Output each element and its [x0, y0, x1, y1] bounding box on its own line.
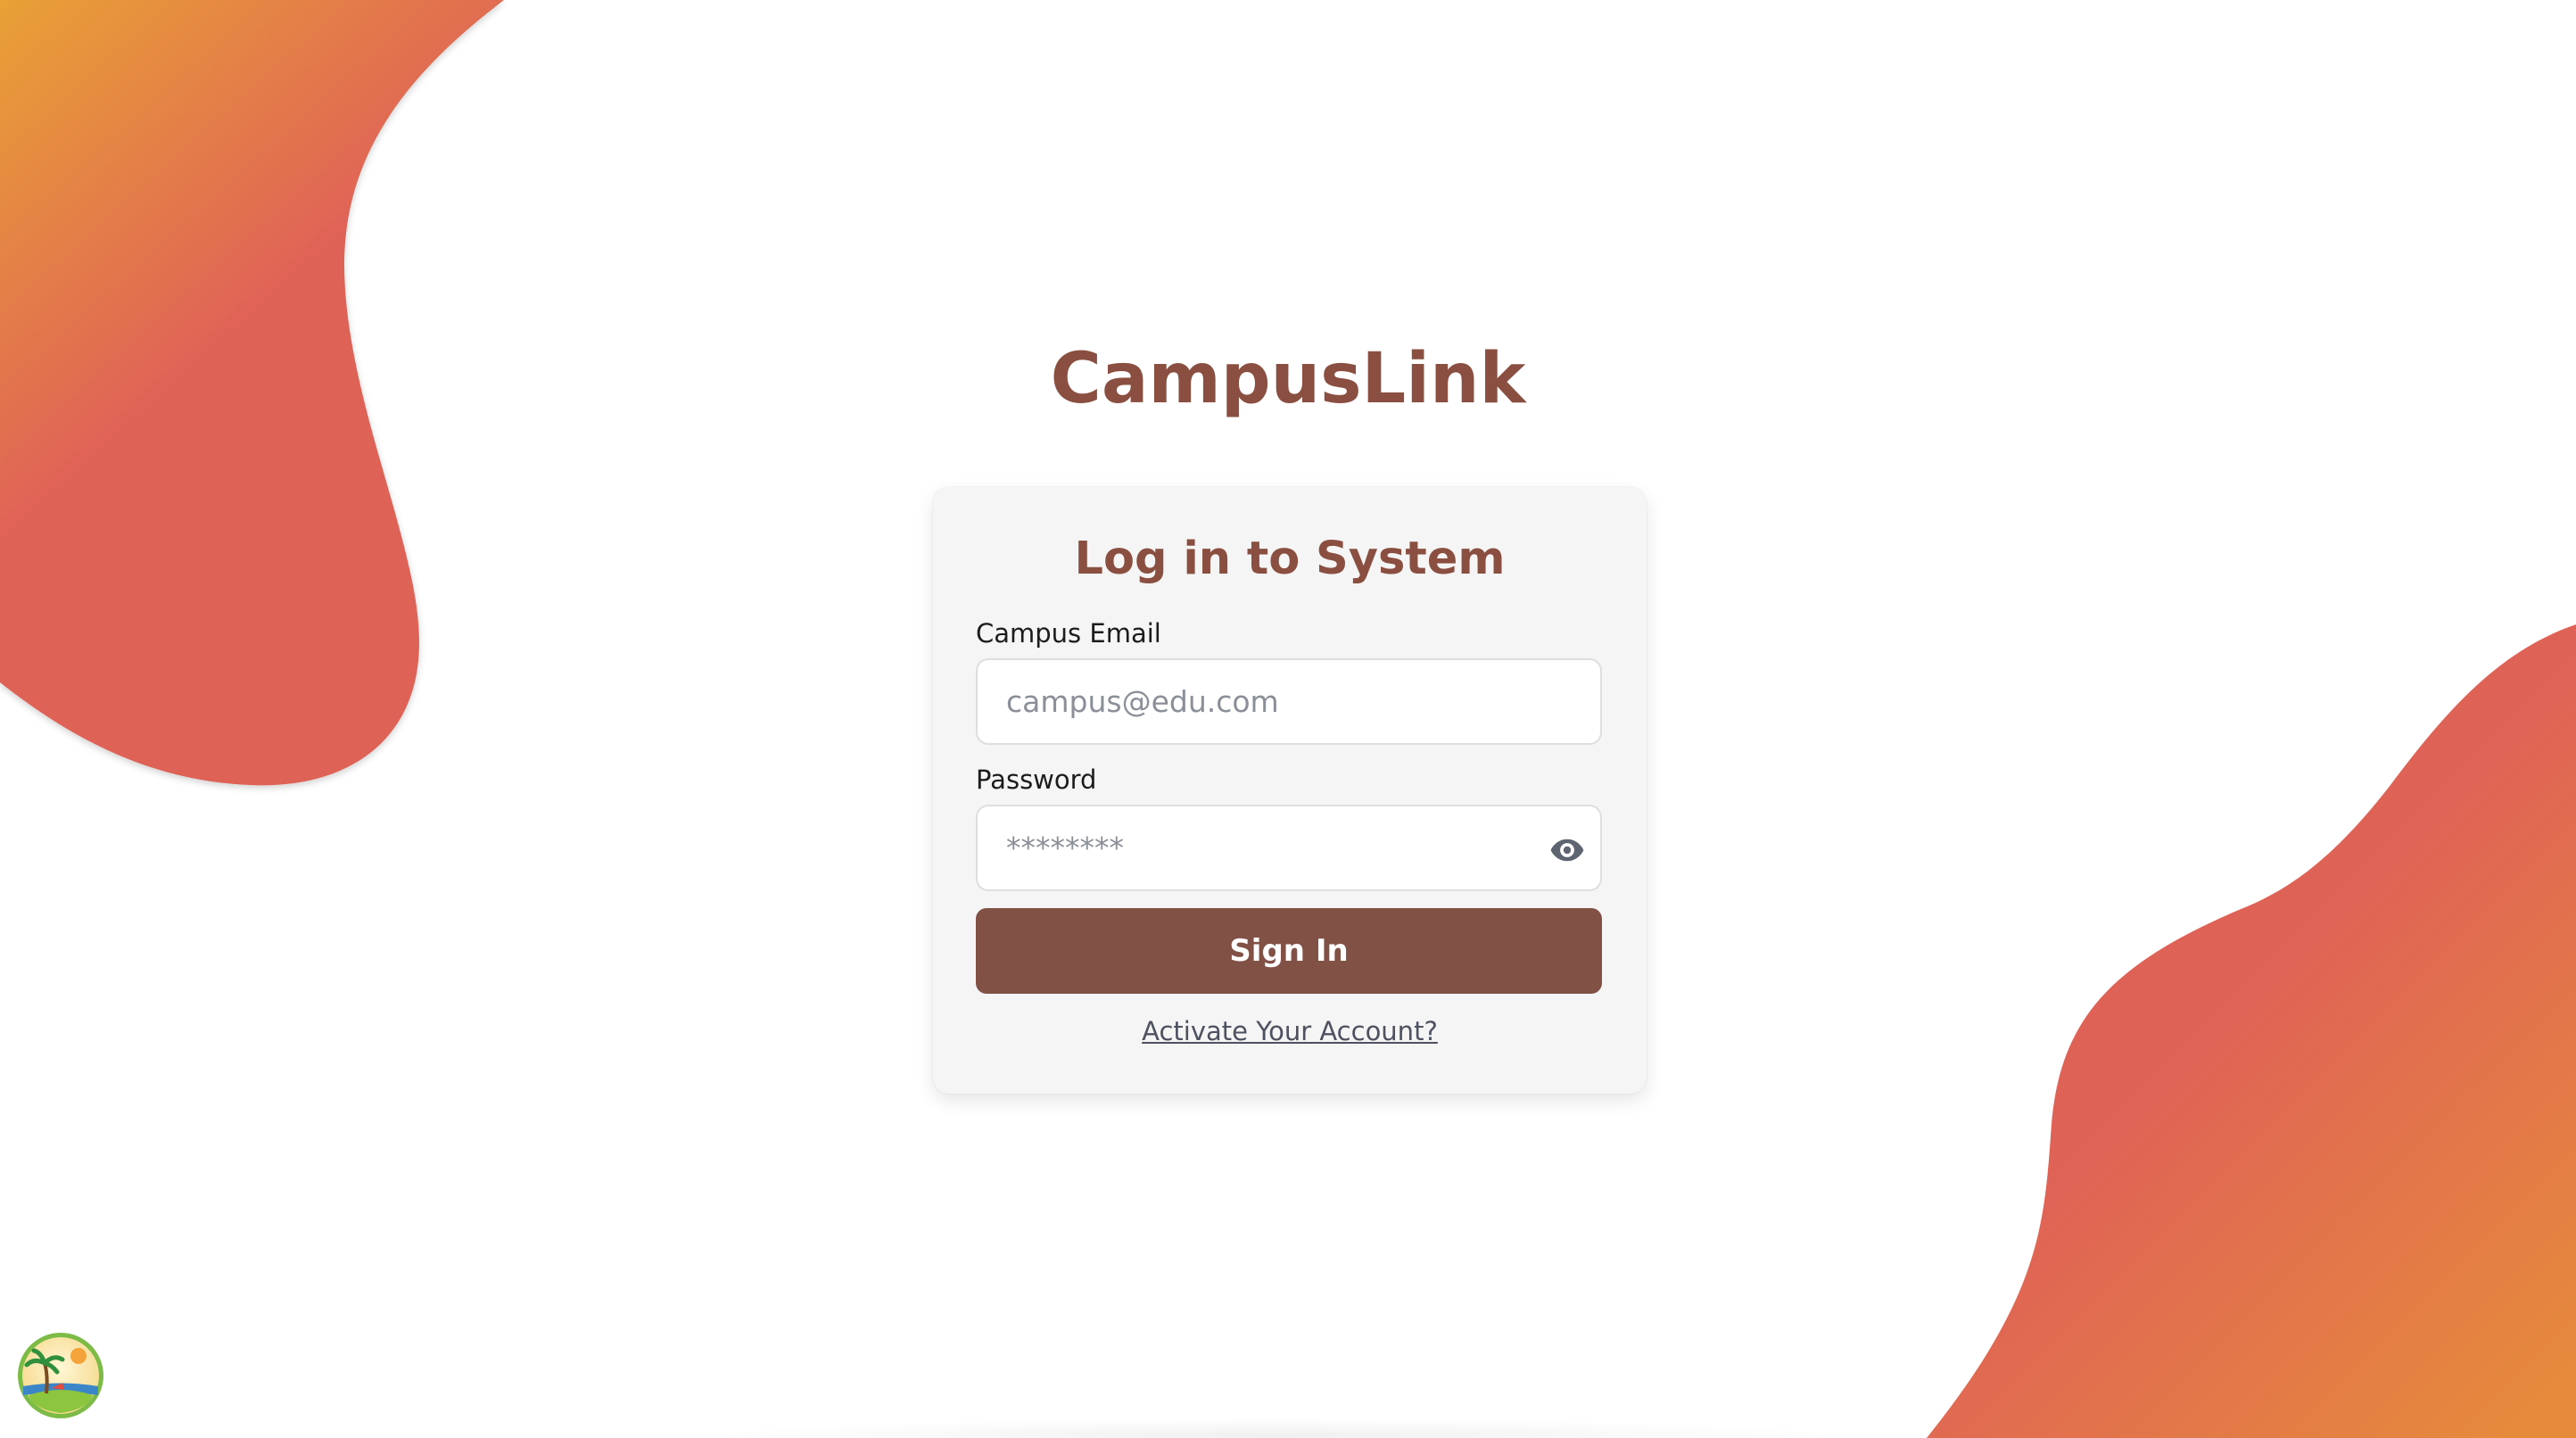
login-card: Log in to System Campus Email Password S…	[933, 487, 1647, 1094]
activate-account-link[interactable]: Activate Your Account?	[1142, 1016, 1438, 1046]
brand-title: CampusLink	[1050, 339, 1526, 419]
palm-tree-island-icon[interactable]	[16, 1331, 105, 1420]
password-field[interactable]	[978, 806, 1600, 889]
email-label: Campus Email	[976, 618, 1161, 649]
sign-in-button[interactable]: Sign In	[976, 908, 1602, 994]
password-label: Password	[976, 764, 1097, 795]
activate-account-row: Activate Your Account?	[933, 1013, 1647, 1049]
login-page: CampusLink Log in to System Campus Email…	[0, 0, 2576, 1438]
password-field-wrapper	[976, 805, 1602, 891]
email-field-wrapper	[976, 658, 1602, 745]
bottom-right-gradient-blob	[1927, 624, 2576, 1438]
eye-icon[interactable]	[1548, 831, 1586, 869]
login-card-title: Log in to System	[1074, 533, 1506, 585]
email-field[interactable]	[978, 660, 1600, 743]
